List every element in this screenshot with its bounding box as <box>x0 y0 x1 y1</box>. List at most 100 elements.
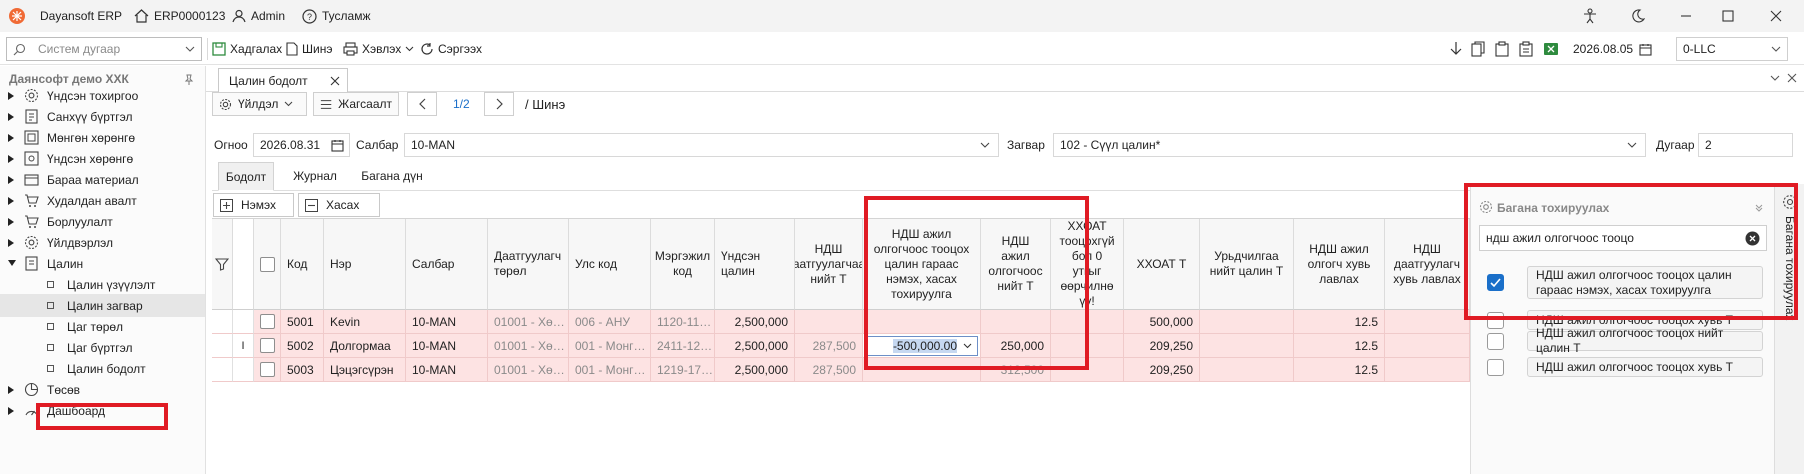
cell-branch[interactable]: 10-MAN <box>406 358 488 382</box>
sidebar-subitem[interactable]: Цалин загвар <box>0 294 205 317</box>
cell-ndsh-adjust[interactable] <box>863 310 981 334</box>
cell-employer-rate[interactable]: 12.5 <box>1294 310 1385 334</box>
collapsed-arrow-icon[interactable] <box>7 175 17 185</box>
help-link[interactable]: ? Тусламж <box>302 0 370 32</box>
cell-insured-rate[interactable] <box>1385 358 1470 382</box>
column-header[interactable]: НДШ ажил олгогчоос нийт Т <box>981 219 1051 310</box>
sidebar-item[interactable]: Үндсэн тохиргоо <box>0 84 205 107</box>
cell-advance[interactable] <box>1200 334 1294 358</box>
column-header[interactable]: Нэр <box>324 219 406 310</box>
cell-advance[interactable] <box>1200 358 1294 382</box>
sidebar-item[interactable]: Санхүү бүртгэл <box>0 105 205 128</box>
paste-icon[interactable] <box>1495 37 1509 61</box>
cell-profession[interactable]: 1120-11… <box>651 310 715 334</box>
collapsed-arrow-icon[interactable] <box>7 406 17 416</box>
cell-branch[interactable]: 10-MAN <box>406 310 488 334</box>
column-header[interactable]: НДШ даатгуулагчаас нийт Т <box>795 219 863 310</box>
remove-row-button[interactable]: Хасах <box>298 193 380 217</box>
cell-ndsh-employer[interactable]: 312,500 <box>981 358 1051 382</box>
date-picker[interactable]: 2026.08.05 <box>1567 37 1656 61</box>
branch-select[interactable]: 10-MAN <box>404 133 999 157</box>
maximize-icon[interactable] <box>1710 0 1746 32</box>
select-all-checkbox[interactable] <box>259 256 275 272</box>
sidebar-subitem[interactable]: Цаг бүртгэл <box>0 336 205 359</box>
row-select-cell[interactable] <box>254 358 281 382</box>
cell-name[interactable]: Kevin <box>324 310 406 334</box>
print-button[interactable]: Хэвлэх <box>343 37 414 61</box>
doc-code[interactable]: ERP0000123 <box>134 0 225 32</box>
cell-pit-flag[interactable] <box>1051 310 1124 334</box>
collapsed-arrow-icon[interactable] <box>7 112 17 122</box>
cell-ndsh-employer[interactable] <box>981 310 1051 334</box>
cell-pit-flag[interactable] <box>1051 358 1124 382</box>
collapsed-arrow-icon[interactable] <box>7 196 17 206</box>
row-checkbox[interactable] <box>259 362 275 377</box>
cell-insured-type[interactable]: 01001 - Хө… <box>488 310 569 334</box>
column-option-checkbox[interactable] <box>1487 358 1504 376</box>
tab-column-totals[interactable]: Багана дүн <box>356 162 428 190</box>
cell-base-salary[interactable]: 2,500,000 <box>715 334 795 358</box>
column-header[interactable]: НДШ ажил олгогчоос тооцох цалин гараас н… <box>863 219 981 310</box>
number-field[interactable]: 2 <box>1698 133 1793 157</box>
column-option[interactable]: НДШ ажил олгогчоос тооцох хувь Т <box>1527 357 1763 377</box>
prev-page-button[interactable] <box>407 92 437 116</box>
cell-pit-flag[interactable] <box>1051 334 1124 358</box>
company-select[interactable]: 0-LLC <box>1676 37 1788 61</box>
column-header[interactable]: Урьдчилгаа нийт цалин Т <box>1200 219 1294 310</box>
cell-profession[interactable]: 1219-17… <box>651 358 715 382</box>
minimize-icon[interactable] <box>1668 0 1704 32</box>
column-panel-side-tab[interactable]: Багана тохируулах <box>1774 184 1804 474</box>
cell-country[interactable]: 001 - Монг… <box>569 334 651 358</box>
cell-ndsh-employer[interactable]: 250,000 <box>981 334 1051 358</box>
collapsed-arrow-icon[interactable] <box>7 217 17 227</box>
collapsed-arrow-icon[interactable] <box>7 154 17 164</box>
cell-ndsh-adjust[interactable]: -500,000.00 <box>863 334 981 358</box>
column-option[interactable]: НДШ ажил олгогчоос тооцох цалин гараас н… <box>1527 266 1763 299</box>
sidebar-item[interactable]: Цалин <box>0 252 205 275</box>
close-window-icon[interactable] <box>1758 0 1794 32</box>
system-number-search[interactable]: Систем дугаар <box>6 37 202 61</box>
save-button[interactable]: Хадгалах <box>212 37 282 61</box>
column-header[interactable]: Мэргэжил код <box>651 219 715 310</box>
column-header[interactable]: Код <box>281 219 324 310</box>
sidebar-subitem[interactable]: Цалин үзүүлэлт <box>0 273 205 296</box>
sidebar-item[interactable]: Дашбоард <box>0 399 205 422</box>
expanded-arrow-icon[interactable] <box>7 259 17 269</box>
next-page-button[interactable] <box>484 92 514 116</box>
row-select-cell[interactable] <box>254 310 281 334</box>
row-checkbox[interactable] <box>259 314 275 329</box>
cell-advance[interactable] <box>1200 310 1294 334</box>
cell-branch[interactable]: 10-MAN <box>406 334 488 358</box>
double-chevron-icon[interactable] <box>1754 203 1764 213</box>
row-select-cell[interactable] <box>254 334 281 358</box>
list-button[interactable]: Жагсаалт <box>313 92 399 116</box>
download-icon[interactable] <box>1449 37 1463 61</box>
user-menu[interactable]: Admin <box>232 0 285 32</box>
action-menu-button[interactable]: Үйлдэл <box>212 92 307 116</box>
column-header[interactable]: Даатгуулагч төрөл <box>488 219 569 310</box>
excel-icon[interactable] <box>1543 37 1559 61</box>
sidebar-item[interactable]: Үндсэн хөрөнгө <box>0 147 205 170</box>
cell-insured-rate[interactable] <box>1385 334 1470 358</box>
cell-pit[interactable]: 209,250 <box>1124 358 1200 382</box>
cell-pit[interactable]: 209,250 <box>1124 334 1200 358</box>
column-option[interactable]: НДШ ажил олгогчоос тооцох нийт цалин Т <box>1527 326 1763 355</box>
cell-pit[interactable]: 500,000 <box>1124 310 1200 334</box>
sidebar-item[interactable]: Бараа материал <box>0 168 205 191</box>
cell-base-salary[interactable]: 2,500,000 <box>715 358 795 382</box>
cell-name[interactable]: Цэцэгсүрэн <box>324 358 406 382</box>
cell-code[interactable]: 5001 <box>281 310 324 334</box>
sidebar-item[interactable]: Мөнгөн хөрөнгө <box>0 126 205 149</box>
sidebar-item[interactable]: Төсөв <box>0 378 205 401</box>
cell-ndsh-adjust[interactable] <box>863 358 981 382</box>
sidebar-item[interactable]: Үйлдвэрлэл <box>0 231 205 254</box>
template-select[interactable]: 102 - Сүүл цалин* <box>1053 133 1646 157</box>
tab-journal[interactable]: Журнал <box>286 162 344 190</box>
column-search-input[interactable]: ндш ажил олгогчоос тооцо <box>1479 225 1767 251</box>
cell-code[interactable]: 5003 <box>281 358 324 382</box>
cell-ndsh-insured[interactable]: 287,500 <box>795 358 863 382</box>
sidebar-subitem[interactable]: Цаг төрөл <box>0 315 205 338</box>
cell-code[interactable]: 5002 <box>281 334 324 358</box>
cell-profession[interactable]: 2411-12… <box>651 334 715 358</box>
column-header[interactable]: Салбар <box>406 219 488 310</box>
